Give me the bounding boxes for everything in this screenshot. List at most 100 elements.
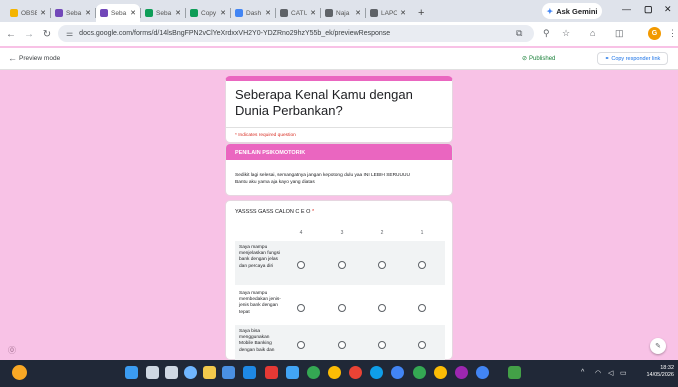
copy-responder-link-button[interactable]: ⚭ Copy responder link — [597, 52, 668, 65]
task-view-icon[interactable] — [165, 366, 178, 379]
tab-favicon-icon — [325, 9, 333, 17]
tab-favicon-icon — [280, 9, 288, 17]
exit-preview-arrow-icon[interactable]: ← — [8, 53, 17, 63]
chrome-icon[interactable] — [434, 366, 447, 379]
grid-radio-button[interactable] — [378, 304, 386, 312]
grid-radio-button[interactable] — [338, 341, 346, 349]
chrome-icon[interactable] — [455, 366, 468, 379]
browser-tab[interactable]: Seba ✕ — [51, 4, 95, 22]
tab-favicon-icon — [370, 9, 378, 17]
grid-radio-button[interactable] — [297, 304, 305, 312]
required-note: * Indicates required question — [235, 133, 296, 138]
zoom-icon[interactable]: ⚲ — [543, 28, 550, 39]
browser-tab[interactable]: CATU ✕ — [276, 4, 320, 22]
grid-row-label: Saya mampu menjelaskan fungsi bank denga… — [239, 245, 281, 269]
hp-icon[interactable] — [243, 366, 256, 379]
app-red-icon[interactable] — [265, 366, 278, 379]
browser-tab[interactable]: Copy ✕ — [186, 4, 230, 22]
ask-gemini-button[interactable]: ✦ Ask Gemini — [542, 3, 602, 19]
help-icon[interactable]: ⓪ — [8, 345, 16, 356]
form-title-card: Seberapa Kenal Kamu dengan Dunia Perbank… — [225, 76, 453, 143]
chrome-icon[interactable] — [349, 366, 362, 379]
grid-radio-button[interactable] — [338, 261, 346, 269]
tab-title: Naja — [336, 9, 350, 17]
tab-close-icon[interactable]: ✕ — [130, 9, 136, 17]
reload-icon[interactable]: ↻ — [40, 29, 54, 40]
browser-tab[interactable]: LAPO ✕ — [366, 4, 410, 22]
grid-radio-button[interactable] — [338, 304, 346, 312]
tab-title: Dash — [246, 9, 262, 17]
file-explorer-icon[interactable] — [203, 366, 216, 379]
tab-close-icon[interactable]: ✕ — [40, 9, 46, 17]
tab-close-icon[interactable]: ✕ — [85, 9, 91, 17]
chrome-icon[interactable] — [413, 366, 426, 379]
close-window-icon[interactable]: ✕ — [664, 4, 672, 15]
grid-radio-button[interactable] — [378, 341, 386, 349]
maximize-icon[interactable]: ▢ — [644, 4, 653, 15]
grid-row-label: Saya mampu membedakan jenis-jenis bank d… — [239, 291, 281, 315]
weather-widget-icon[interactable] — [12, 365, 27, 380]
tab-close-icon[interactable]: ✕ — [175, 9, 181, 17]
translate-icon[interactable]: ⧉ — [516, 28, 522, 39]
bookmark-star-icon[interactable]: ☆ — [562, 28, 570, 39]
start-windows-icon[interactable] — [125, 366, 138, 379]
browser-tab[interactable]: Naja ✕ — [321, 4, 365, 22]
chrome-icon[interactable] — [476, 366, 489, 379]
grid-radio-button[interactable] — [418, 341, 426, 349]
browser-tab[interactable]: OBSE ✕ — [6, 4, 50, 22]
section-header-card: PENILAIN PSIKOMOTORIK Sedikit lagi seles… — [225, 143, 453, 196]
tray-chevron-icon[interactable]: ^ — [581, 369, 584, 376]
ask-gemini-label: Ask Gemini — [556, 6, 598, 16]
browser-tab[interactable]: Seba ✕ — [96, 4, 140, 22]
spreadsheet-icon[interactable] — [508, 366, 521, 379]
tab-close-icon[interactable]: ✕ — [220, 9, 226, 17]
extensions-icon[interactable]: ⌂ — [590, 28, 595, 38]
address-bar[interactable]: ⚌ docs.google.com/forms/d/14lsBngFPN2vCl… — [58, 25, 534, 42]
app-blue-icon[interactable] — [286, 366, 299, 379]
copilot-icon[interactable] — [184, 366, 197, 379]
tab-title: Seba — [111, 9, 127, 17]
tab-title: CATU — [291, 9, 308, 17]
tab-close-icon[interactable]: ✕ — [355, 9, 361, 17]
search-icon[interactable] — [146, 366, 159, 379]
preview-header: ← Preview mode ⊘ Published ⚭ Copy respon… — [0, 48, 678, 70]
browser-tab[interactable]: Dash ✕ — [231, 4, 275, 22]
wifi-icon[interactable]: ◠ — [595, 369, 601, 377]
grid-radio-button[interactable] — [378, 261, 386, 269]
grid-radio-button[interactable] — [297, 341, 305, 349]
tab-title: Copy — [201, 9, 217, 17]
chrome-icon[interactable] — [328, 366, 341, 379]
divider — [226, 127, 452, 128]
grid-row: Saya bisa menggunakan Mobile Banking den… — [235, 325, 445, 361]
tab-favicon-icon — [10, 9, 18, 17]
site-info-icon[interactable]: ⚌ — [66, 29, 73, 38]
back-arrow-icon[interactable]: ← — [4, 29, 18, 40]
system-clock[interactable]: 18:32 14/05/2026 — [641, 365, 674, 379]
battery-icon[interactable]: ▭ — [620, 369, 627, 377]
preview-mode-label: Preview mode — [19, 55, 61, 62]
menu-kebab-icon[interactable]: ⋮ — [668, 28, 677, 39]
section-description-line-2: Bantu aku yama aja kayo yang diatas — [235, 180, 315, 185]
forward-arrow-icon[interactable]: → — [22, 29, 36, 40]
grid-column-header: 4 — [299, 230, 303, 236]
tab-close-icon[interactable]: ✕ — [265, 9, 271, 17]
chrome-icon[interactable] — [307, 366, 320, 379]
store-icon[interactable] — [222, 366, 235, 379]
browser-tab[interactable]: Seba ✕ — [141, 4, 185, 22]
sidepanel-icon[interactable]: ◫ — [615, 28, 624, 39]
minimize-icon[interactable]: — — [622, 4, 631, 14]
tab-close-icon[interactable]: ✕ — [400, 9, 406, 17]
grid-radio-button[interactable] — [418, 261, 426, 269]
tab-close-icon[interactable]: ✕ — [310, 9, 316, 17]
volume-icon[interactable]: ◁ — [608, 369, 613, 377]
grid-radio-button[interactable] — [418, 304, 426, 312]
grid-radio-button[interactable] — [297, 261, 305, 269]
grid-column-header: 1 — [420, 230, 424, 236]
profile-avatar[interactable]: G — [648, 27, 661, 40]
new-tab-button[interactable]: + — [418, 7, 424, 19]
edge-icon[interactable] — [370, 366, 383, 379]
grid-row: Saya mampu menjelaskan fungsi bank denga… — [235, 241, 445, 285]
check-circle-icon: ⊘ — [522, 56, 528, 62]
edit-pencil-fab-icon[interactable]: ✎ — [650, 338, 666, 354]
chrome-icon[interactable] — [391, 366, 404, 379]
